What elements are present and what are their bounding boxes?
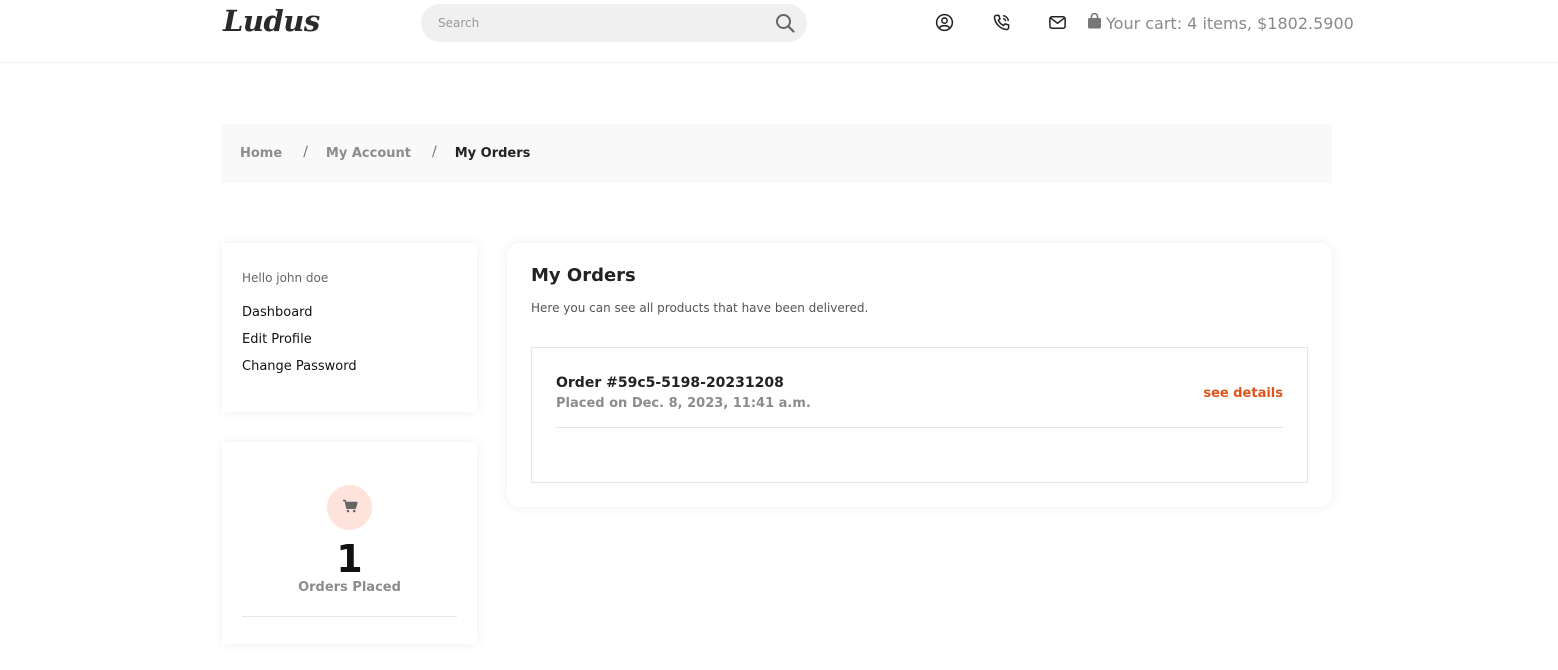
cart-icon-badge bbox=[327, 485, 372, 530]
user-circle-icon[interactable] bbox=[935, 13, 954, 32]
breadcrumb-separator: / bbox=[303, 143, 308, 160]
divider bbox=[556, 427, 1283, 428]
account-menu: Hello john doe Dashboard Edit Profile Ch… bbox=[222, 243, 477, 412]
order-date: Placed on Dec. 8, 2023, 11:41 a.m. bbox=[556, 396, 811, 411]
breadcrumb-current: My Orders bbox=[454, 146, 531, 161]
breadcrumb-separator: / bbox=[431, 143, 437, 160]
breadcrumb: Home / My Account / My Orders bbox=[222, 124, 1332, 183]
orders-count: 1 bbox=[336, 537, 363, 581]
orders-stats-card: 1 Orders Placed bbox=[222, 442, 477, 644]
sidebar-item-change-password[interactable]: Change Password bbox=[242, 359, 457, 376]
breadcrumb-my-account[interactable]: My Account bbox=[326, 146, 411, 161]
search-input[interactable] bbox=[421, 4, 761, 42]
divider bbox=[242, 616, 457, 617]
phone-icon[interactable] bbox=[992, 13, 1011, 32]
sidebar-item-edit-profile[interactable]: Edit Profile bbox=[242, 332, 457, 349]
site-header: Ludus Search Your cart: 4 items, $1802.5… bbox=[0, 0, 1558, 63]
see-details-link[interactable]: see details bbox=[1203, 386, 1283, 401]
page-subtitle: Here you can see all products that have … bbox=[531, 301, 869, 315]
mail-icon[interactable] bbox=[1048, 13, 1067, 32]
logo[interactable]: Ludus bbox=[223, 4, 320, 38]
search-icon[interactable] bbox=[775, 13, 795, 33]
cart-summary[interactable]: Your cart: 4 items, $1802.5900 bbox=[1087, 12, 1354, 34]
orders-list: Order #59c5-5198-20231208 Placed on Dec.… bbox=[531, 347, 1308, 483]
my-orders-panel: My Orders Here you can see all products … bbox=[507, 243, 1332, 507]
order-id: Order #59c5-5198-20231208 bbox=[556, 375, 784, 391]
page-title: My Orders bbox=[531, 265, 636, 286]
sidebar-item-dashboard[interactable]: Dashboard bbox=[242, 305, 457, 322]
greeting: Hello john doe bbox=[242, 271, 329, 285]
cart-icon bbox=[342, 498, 358, 517]
orders-count-label: Orders Placed bbox=[298, 580, 401, 595]
shopping-bag-icon bbox=[1087, 12, 1106, 33]
search-bar bbox=[421, 4, 807, 42]
cart-text: Your cart: 4 items, $1802.5900 bbox=[1106, 13, 1354, 33]
breadcrumb-home[interactable]: Home bbox=[240, 146, 282, 161]
